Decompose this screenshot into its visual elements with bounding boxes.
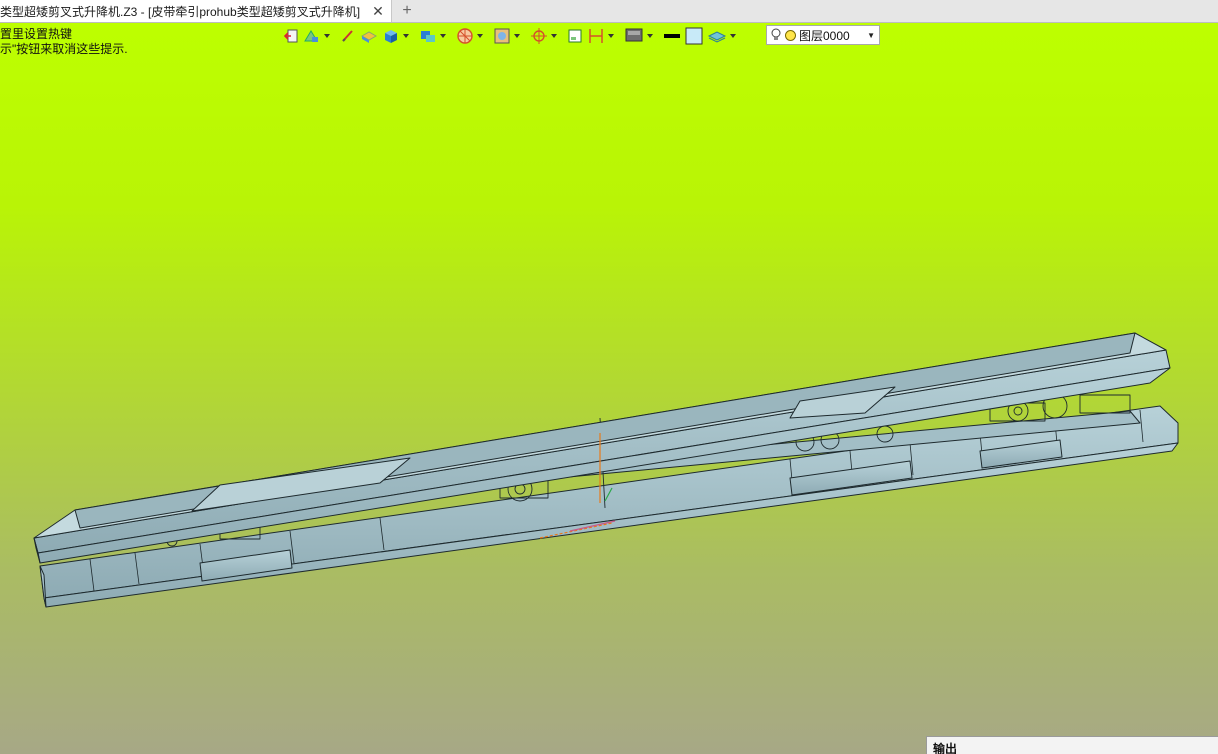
exit-icon[interactable] xyxy=(283,26,299,46)
section-icon[interactable] xyxy=(587,26,614,46)
material-icon[interactable] xyxy=(419,26,446,46)
3d-viewport[interactable]: 置里设置热键 示"按钮来取消这些提示. 图层0000 ▼ 输出 xyxy=(0,23,1218,754)
frame-icon[interactable] xyxy=(567,26,583,46)
line-color-icon[interactable] xyxy=(663,26,681,46)
solid-icon[interactable] xyxy=(382,26,409,46)
fill-color-icon[interactable] xyxy=(685,26,703,46)
dropdown-arrow-icon[interactable] xyxy=(403,34,409,38)
document-tab[interactable]: 类型超矮剪叉式升降机.Z3 - [皮带牵引prohub类型超矮剪叉式升降机] ✕ xyxy=(0,0,392,22)
scissor-lift-model[interactable] xyxy=(0,23,1218,754)
output-panel[interactable]: 输出 xyxy=(926,736,1218,754)
output-panel-title: 输出 xyxy=(933,742,958,754)
paint-icon[interactable] xyxy=(340,26,356,46)
dropdown-arrow-icon[interactable] xyxy=(440,34,446,38)
lightbulb-icon[interactable] xyxy=(771,28,781,42)
render-icon[interactable] xyxy=(456,26,483,46)
dropdown-arrow-icon[interactable] xyxy=(477,34,483,38)
dropdown-arrow-icon[interactable] xyxy=(324,34,330,38)
chevron-down-icon[interactable]: ▼ xyxy=(867,31,875,40)
dropdown-arrow-icon[interactable] xyxy=(608,34,614,38)
add-tab-button[interactable]: + xyxy=(398,1,416,21)
layer-stack-icon[interactable] xyxy=(707,26,736,46)
face-color-icon[interactable] xyxy=(360,26,378,46)
close-icon[interactable]: ✕ xyxy=(369,2,387,20)
display-mode-icon[interactable] xyxy=(624,26,653,46)
layer-name: 图层0000 xyxy=(799,28,850,43)
align-icon[interactable] xyxy=(303,26,330,46)
view-toolbar xyxy=(283,25,740,47)
dropdown-arrow-icon[interactable] xyxy=(551,34,557,38)
layer-color-icon[interactable] xyxy=(785,29,796,41)
document-tab-title: 类型超矮剪叉式升降机.Z3 - [皮带牵引prohub类型超矮剪叉式升降机] xyxy=(0,4,361,19)
dropdown-arrow-icon[interactable] xyxy=(514,34,520,38)
tab-bar: 类型超矮剪叉式升降机.Z3 - [皮带牵引prohub类型超矮剪叉式升降机] ✕… xyxy=(0,0,1218,23)
cad-window: 类型超矮剪叉式升降机.Z3 - [皮带牵引prohub类型超矮剪叉式升降机] ✕… xyxy=(0,0,1218,754)
dropdown-arrow-icon[interactable] xyxy=(647,34,653,38)
view-cube-icon[interactable] xyxy=(493,26,520,46)
layer-dropdown[interactable]: 图层0000 ▼ xyxy=(766,25,880,45)
origin-icon[interactable] xyxy=(530,26,557,46)
dropdown-arrow-icon[interactable] xyxy=(730,34,736,38)
